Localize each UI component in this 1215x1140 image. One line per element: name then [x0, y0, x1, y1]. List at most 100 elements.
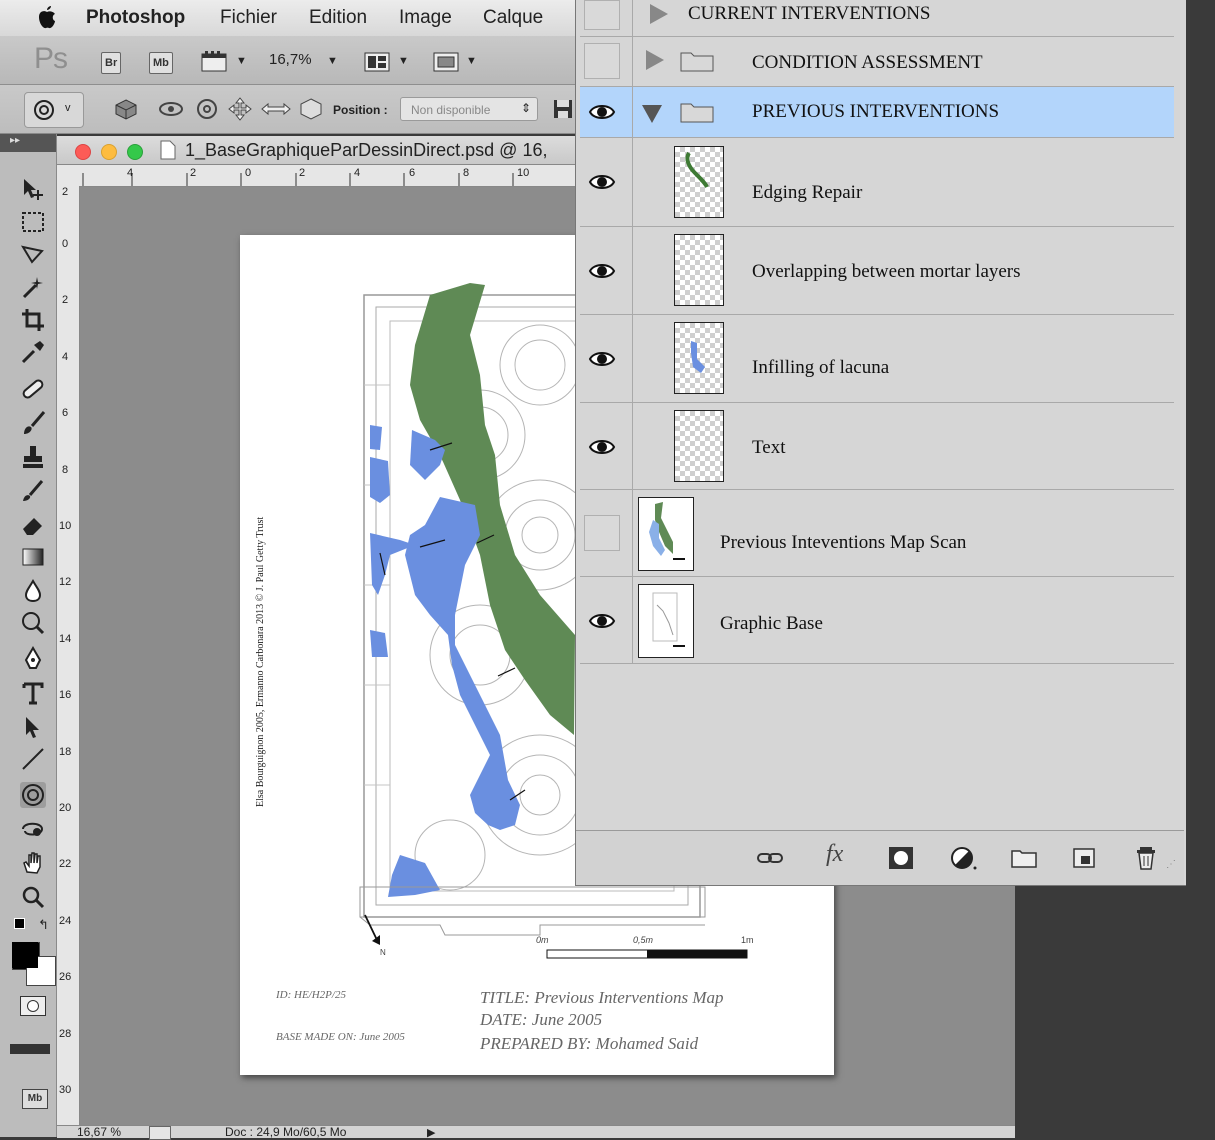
layer-edging-repair[interactable]: Edging Repair [580, 138, 1174, 227]
layer-map-scan[interactable]: Previous Inteventions Map Scan [580, 490, 1174, 577]
adjustment-layer-icon[interactable] [950, 845, 978, 871]
menu-bar: Photoshop Fichier Edition Image Calque [0, 0, 575, 37]
crop-tool-icon[interactable] [20, 307, 46, 333]
swap-colors-icon[interactable]: ↰ [38, 917, 49, 933]
zoom-readout[interactable]: 16,67 % [77, 1126, 121, 1138]
line-tool-icon[interactable] [20, 746, 46, 772]
layer-group-previous-interventions[interactable]: PREVIOUS INTERVENTIONS [580, 87, 1174, 138]
apple-icon[interactable] [36, 4, 58, 30]
tool-preset-picker[interactable]: v [24, 92, 84, 128]
layer-thumbnail [674, 146, 724, 218]
ruler-label: 2 [190, 167, 197, 179]
chevron-down-icon[interactable]: ▼ [236, 55, 247, 67]
rotate-camera-tool-icon[interactable] [20, 816, 46, 842]
magic-wand-tool-icon[interactable] [20, 275, 46, 301]
visibility-toggle[interactable] [584, 515, 620, 551]
eye-icon[interactable] [584, 164, 620, 200]
menu-calque[interactable]: Calque [483, 7, 543, 29]
eye-icon[interactable] [584, 341, 620, 377]
pan-3d-icon[interactable] [228, 97, 252, 121]
layer-overlapping-mortar[interactable]: Overlapping between mortar layers [580, 227, 1174, 315]
eye-icon[interactable] [584, 94, 620, 130]
expand-arrow-icon[interactable] [650, 4, 668, 24]
menu-fichier[interactable]: Fichier [220, 7, 277, 29]
hand-tool-icon[interactable] [20, 850, 46, 876]
healing-brush-tool-icon[interactable] [20, 376, 46, 402]
new-group-folder-icon[interactable] [1010, 845, 1038, 871]
photoshop-logo: Ps [34, 42, 68, 75]
zoom-tool-icon[interactable] [20, 884, 46, 910]
proof-icon[interactable] [149, 1126, 171, 1140]
zoom-document-button[interactable] [127, 144, 143, 160]
lasso-tool-icon[interactable] [20, 242, 46, 268]
chevron-down-icon[interactable]: ▼ [398, 55, 409, 67]
minibridge-button[interactable]: Mb [149, 52, 173, 74]
screen-mode-icon[interactable] [433, 51, 459, 73]
eye-icon[interactable] [584, 603, 620, 639]
orbit-3d-icon[interactable] [158, 98, 184, 120]
save-icon[interactable] [553, 99, 573, 119]
scale-3d-icon[interactable] [298, 97, 324, 121]
screen-mode-toggle[interactable] [10, 1044, 50, 1054]
eraser-tool-icon[interactable] [20, 512, 46, 538]
default-colors-icon[interactable] [14, 918, 25, 929]
minibridge-icon[interactable]: Mb [22, 1089, 48, 1109]
layer-infilling-lacuna[interactable]: Infilling of lacuna [580, 315, 1174, 403]
gradient-tool-icon[interactable] [20, 544, 46, 570]
layer-graphic-base[interactable]: Graphic Base [580, 577, 1174, 664]
resize-grip-icon[interactable]: ⋰ [1166, 859, 1176, 870]
doc-size-readout: Doc : 24,9 Mo/60,5 Mo [225, 1125, 347, 1139]
move-tool-icon[interactable] [20, 176, 46, 202]
clone-stamp-tool-icon[interactable] [20, 444, 46, 470]
visibility-toggle[interactable] [584, 43, 620, 79]
dodge-tool-icon[interactable] [20, 610, 46, 636]
vertical-ruler[interactable]: 2 0 2 4 6 8 10 12 14 16 18 20 22 24 26 2… [57, 186, 80, 1126]
expand-arrow-icon[interactable] [646, 50, 664, 70]
layer-style-icon[interactable]: fx [826, 841, 843, 868]
ruler-label: 12 [59, 576, 72, 588]
layer-group-condition-assessment[interactable]: CONDITION ASSESSMENT [580, 36, 1174, 87]
rotate-3d-tool-icon[interactable] [20, 782, 46, 808]
menu-edition[interactable]: Edition [309, 7, 367, 29]
marquee-tool-icon[interactable] [20, 209, 46, 235]
pen-tool-icon[interactable] [20, 646, 46, 672]
arrange-documents-icon[interactable] [364, 51, 390, 73]
document-tab[interactable]: 1_BaseGraphiqueParDessinDirect.psd @ 16, [57, 136, 575, 165]
collapse-icon[interactable]: ▸▸ [10, 135, 20, 146]
chevron-down-icon[interactable]: ▼ [327, 55, 338, 67]
eye-icon[interactable] [584, 253, 620, 289]
link-layers-icon[interactable] [756, 845, 784, 871]
cube-icon[interactable] [114, 98, 138, 120]
stepper-icon[interactable]: ⇕ [521, 101, 531, 115]
layer-text[interactable]: Text [580, 403, 1174, 490]
collapse-arrow-icon[interactable] [642, 105, 662, 123]
slide-3d-icon[interactable] [261, 97, 291, 121]
visibility-toggle[interactable] [584, 0, 620, 30]
zoom-select[interactable]: 16,7% [269, 51, 312, 68]
eye-icon[interactable] [584, 429, 620, 465]
close-document-button[interactable] [75, 144, 91, 160]
horizontal-ruler[interactable]: 4 2 0 2 4 6 8 10 [57, 165, 575, 187]
brush-tool-icon[interactable] [20, 410, 46, 436]
new-layer-icon[interactable] [1070, 845, 1098, 871]
chevron-down-icon[interactable]: ▼ [466, 55, 477, 67]
status-menu-arrow-icon[interactable]: ▶ [427, 1126, 435, 1139]
trash-icon[interactable] [1132, 845, 1160, 871]
roll-3d-icon[interactable] [195, 98, 219, 120]
layer-mask-icon[interactable] [887, 845, 915, 871]
eyedropper-tool-icon[interactable] [20, 339, 46, 365]
ruler-label: 20 [59, 802, 72, 814]
bridge-button[interactable]: Br [101, 52, 122, 74]
blur-tool-icon[interactable] [20, 578, 46, 604]
type-tool-icon[interactable] [20, 680, 46, 706]
menu-photoshop[interactable]: Photoshop [86, 7, 185, 29]
history-brush-tool-icon[interactable] [20, 478, 46, 504]
quick-mask-icon[interactable] [20, 996, 46, 1016]
layer-group-current-interventions[interactable]: CURRENT INTERVENTIONS [580, 0, 1174, 37]
layer-name: Overlapping between mortar layers [752, 261, 1021, 282]
menu-image[interactable]: Image [399, 7, 452, 29]
position-select[interactable]: Non disponible [400, 97, 538, 121]
path-selection-tool-icon[interactable] [20, 714, 46, 740]
screen-extras-icon[interactable] [201, 51, 227, 73]
minimize-document-button[interactable] [101, 144, 117, 160]
